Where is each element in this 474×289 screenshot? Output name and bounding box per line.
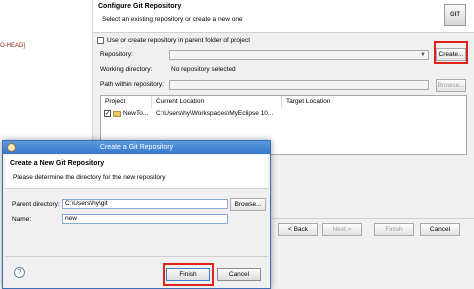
help-icon[interactable]: ? xyxy=(14,267,25,278)
row-project: NewTo... xyxy=(123,110,149,117)
git-logo-icon: GIT xyxy=(444,4,466,26)
name-label: Name: xyxy=(12,216,32,223)
dialog-subtitle: Please determine the directory for the n… xyxy=(13,174,166,181)
row-current-location: C:\Users\hy\Workspaces\MyEclipse 10... xyxy=(156,110,274,117)
column-header-target-location: Target Location xyxy=(286,98,331,105)
create-git-repo-dialog: Create a Git Repository Create a New Git… xyxy=(2,140,271,289)
repository-select[interactable]: ▼ xyxy=(169,50,429,60)
path-within-repo-input[interactable] xyxy=(169,80,429,90)
column-divider xyxy=(151,96,152,108)
column-header-current-location: Current Location xyxy=(156,98,205,105)
path-browse-button[interactable]: Browse... xyxy=(436,79,466,92)
parent-folder-checkbox[interactable] xyxy=(97,37,104,44)
working-dir-value: No repository selected xyxy=(171,66,236,73)
parent-folder-label: Use or create repository in parent folde… xyxy=(107,37,251,44)
finish-button[interactable]: Finish xyxy=(374,223,414,236)
dialog-separator xyxy=(5,256,268,257)
wizard-subtitle: Select an existing repository or create … xyxy=(102,16,243,23)
wizard-title: Configure Git Repository xyxy=(98,3,182,10)
next-button[interactable]: Next > xyxy=(322,223,362,236)
path-within-repo-label: Path within repository: xyxy=(100,81,164,88)
column-header-project: Project xyxy=(105,98,126,105)
wizard-header: Configure Git Repository Select an exist… xyxy=(93,0,474,33)
dialog-cancel-button[interactable]: Cancel xyxy=(217,268,261,281)
parent-dir-label: Parent directory: xyxy=(12,201,60,208)
create-repo-button[interactable]: Create... xyxy=(436,48,466,61)
eclipse-app-icon xyxy=(7,143,16,152)
dialog-title: Create a New Git Repository xyxy=(10,160,105,167)
table-row[interactable]: ✓ NewTo... C:\Users\hy\Workspaces\MyEcli… xyxy=(101,109,466,120)
working-dir-label: Working directory: xyxy=(100,66,153,73)
parent-folder-row[interactable]: Use or create repository in parent folde… xyxy=(97,37,250,44)
parent-dir-input[interactable]: C:\Users\hy\git xyxy=(62,199,228,209)
column-divider xyxy=(281,96,282,108)
repository-label: Repository: xyxy=(100,51,133,58)
row-checkbox[interactable]: ✓ xyxy=(104,110,111,117)
dialog-window-title: Create a Git Repository xyxy=(99,144,174,151)
name-input[interactable]: new xyxy=(62,214,228,224)
dialog-titlebar[interactable]: Create a Git Repository xyxy=(3,141,270,154)
project-folder-icon xyxy=(113,111,121,117)
branch-head-text: O-HEAD] xyxy=(0,43,26,49)
dialog-header: Create a New Git Repository Please deter… xyxy=(5,155,268,189)
parent-dir-browse-button[interactable]: Browse... xyxy=(230,198,266,211)
dialog-finish-button[interactable]: Finish xyxy=(166,268,210,281)
chevron-down-icon: ▼ xyxy=(420,52,426,58)
back-button[interactable]: < Back xyxy=(278,223,318,236)
cancel-button[interactable]: Cancel xyxy=(420,223,460,236)
